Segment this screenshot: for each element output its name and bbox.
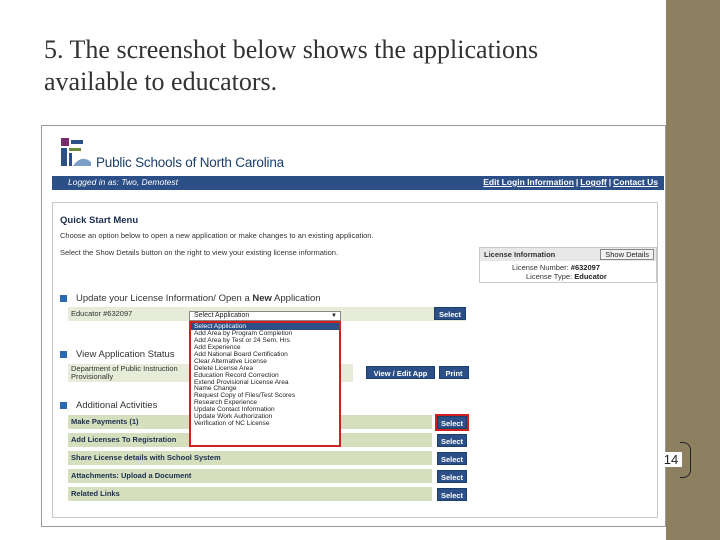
license-type-row: License Type: Educator: [526, 272, 607, 281]
dropdown-option[interactable]: Add Area by Program Completion: [191, 330, 339, 337]
dropdown-option[interactable]: Request Copy of Files/Test Scores: [191, 392, 339, 399]
activity-row-share-license: Share License details with School System: [68, 451, 432, 465]
dropdown-option[interactable]: Extend Provisional License Area: [191, 379, 339, 386]
additional-activities-heading: Additional Activities: [60, 400, 157, 411]
license-info-box: License Information Show Details License…: [479, 247, 657, 283]
dropdown-option[interactable]: Education Record Correction: [191, 372, 339, 379]
bullet-square-icon: [60, 350, 67, 358]
slide-title-line2: available to educators.: [44, 67, 278, 96]
activity-row-label: Make Payments (1): [71, 417, 139, 426]
slide-title: 5. The screenshot below shows the applic…: [44, 34, 654, 98]
application-select-value: Select Application: [194, 312, 250, 319]
application-select[interactable]: Select Application ▼: [189, 311, 341, 321]
logoff-link[interactable]: Logoff: [580, 177, 606, 187]
attachments-select-button[interactable]: Select: [437, 470, 467, 483]
license-type-value: Educator: [574, 272, 607, 281]
dpi-logo-icon: [61, 138, 91, 166]
update-heading-prefix: Update your License Information/ Open a: [76, 293, 253, 304]
quick-start-panel: Quick Start Menu Choose an option below …: [52, 202, 658, 518]
application-dropdown-list: Select Application Add Area by Program C…: [189, 321, 341, 447]
dropdown-option[interactable]: Update Contact Information: [191, 406, 339, 413]
logged-in-text: Logged in as: Two, Demotest: [68, 177, 178, 187]
activity-row-attachments: Attachments: Upload a Document: [68, 469, 432, 483]
bullet-square-icon: [60, 294, 67, 302]
additional-heading-text: Additional Activities: [76, 400, 158, 411]
show-details-button[interactable]: Show Details: [600, 249, 654, 260]
activity-row-label: Related Links: [71, 489, 120, 498]
dropdown-option[interactable]: Add National Board Certification: [191, 351, 339, 358]
dropdown-option[interactable]: Add Area by Test or 24 Sem. Hrs: [191, 337, 339, 344]
page-number: 14: [659, 451, 683, 467]
view-status-heading-text: View Application Status: [76, 349, 175, 360]
related-links-select-button[interactable]: Select: [437, 488, 467, 501]
nav-links: Edit Login Information | Logoff | Contact Us: [483, 177, 658, 187]
dropdown-arrow-icon: ▼: [331, 313, 337, 319]
dropdown-option[interactable]: Clear Alternative License: [191, 358, 339, 365]
license-number-value: #632097: [570, 263, 600, 272]
nav-separator: |: [608, 177, 612, 187]
quick-start-title: Quick Start Menu: [60, 215, 139, 226]
site-name: Public Schools of North Carolina: [96, 155, 284, 170]
update-heading-bold: New: [252, 293, 272, 304]
quick-start-instruction-1: Choose an option below to open a new app…: [60, 231, 374, 240]
edit-login-link[interactable]: Edit Login Information: [483, 177, 574, 187]
update-section-heading: Update your License Information/ Open a …: [60, 293, 321, 304]
slide-title-line1: 5. The screenshot below shows the applic…: [44, 35, 539, 64]
make-payments-select-button[interactable]: Select: [435, 414, 469, 431]
dropdown-option[interactable]: Research Experience: [191, 399, 339, 406]
bullet-square-icon: [60, 401, 67, 409]
view-edit-app-button[interactable]: View / Edit App: [366, 366, 435, 379]
dropdown-option[interactable]: Update Work Authorization: [191, 413, 339, 420]
top-nav-bar: Logged in as: Two, Demotest Edit Login I…: [52, 176, 664, 190]
dropdown-option[interactable]: Add Experience: [191, 344, 339, 351]
license-info-title: License Information: [484, 250, 556, 259]
print-button[interactable]: Print: [439, 366, 469, 379]
dropdown-option[interactable]: Name Change: [191, 385, 339, 392]
activity-row-label: Add Licenses To Registration: [71, 435, 177, 444]
activity-row-label: Share License details with School System: [71, 453, 221, 462]
view-status-heading: View Application Status: [60, 349, 175, 360]
educator-row-label: Educator #632097: [71, 309, 133, 318]
share-license-select-button[interactable]: Select: [437, 452, 467, 465]
activity-row-label: Attachments: Upload a Document: [71, 471, 192, 480]
dropdown-option[interactable]: Delete License Area: [191, 365, 339, 372]
quick-start-instruction-2: Select the Show Details button on the ri…: [60, 248, 339, 257]
select-application-button[interactable]: Select: [434, 307, 466, 320]
dropdown-option[interactable]: Select Application: [191, 323, 339, 330]
license-type-label: License Type:: [526, 272, 573, 281]
activity-row-related-links: Related Links: [68, 487, 432, 501]
update-heading-suffix: Application: [271, 293, 321, 304]
dropdown-option[interactable]: Verification of NC License: [191, 420, 339, 427]
screenshot-frame: Public Schools of North Carolina Logged …: [41, 125, 666, 527]
contact-us-link[interactable]: Contact Us: [613, 177, 658, 187]
license-number-row: License Number: #632097: [512, 263, 600, 272]
license-number-label: License Number:: [512, 263, 569, 272]
add-licenses-select-button[interactable]: Select: [437, 434, 467, 447]
nav-separator: |: [575, 177, 579, 187]
